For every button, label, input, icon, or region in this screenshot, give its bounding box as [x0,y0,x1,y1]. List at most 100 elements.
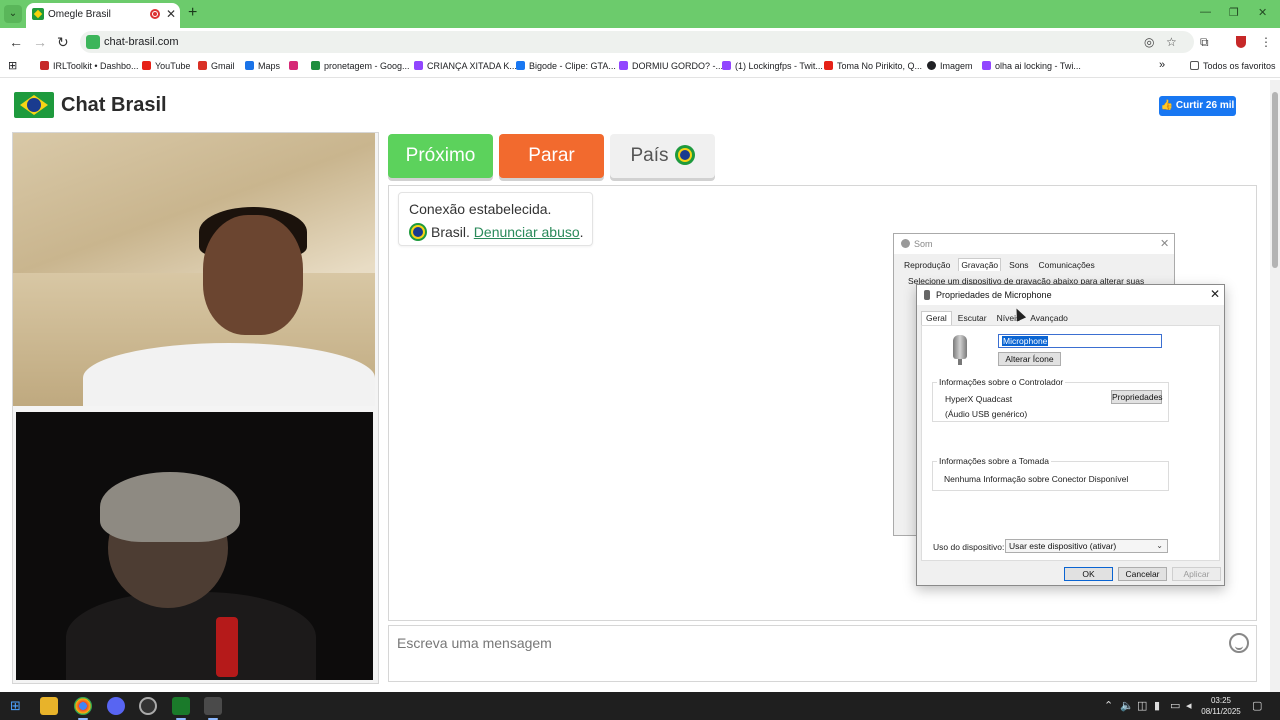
connection-status: Conexão estabelecida. [409,201,552,217]
bookmark-item[interactable]: DORMIU GORDO? -... [619,61,723,71]
more-bookmarks-icon[interactable]: » [1159,59,1165,71]
tab-playback[interactable]: Reprodução [902,259,952,271]
bookmark-item[interactable]: IRLToolkit • Dashbo... [40,61,139,71]
display-icon[interactable]: ▭ [1170,699,1180,712]
tab-sounds[interactable]: Sons [1007,259,1030,271]
tab-listen[interactable]: Escutar [954,312,991,326]
nvidia-icon[interactable] [172,697,190,720]
bookmark-item[interactable]: (1) Lockingfps - Twit... [722,61,823,71]
device-name-input[interactable]: Microphone [998,334,1162,348]
twitch-icon [414,61,423,70]
period: . [579,224,584,240]
minimize-button[interactable]: — [1200,6,1211,18]
apps-grid-icon[interactable]: ⊞ [8,59,17,72]
speaker-icon[interactable]: ◂ [1186,699,1192,712]
close-icon[interactable]: ✕ [1160,237,1169,250]
ok-button[interactable]: OK [1064,567,1113,581]
chrome-icon[interactable] [74,697,92,720]
brazil-flag-icon [409,223,427,241]
tab-communications[interactable]: Comunicações [1037,259,1097,271]
tab-search-dropdown[interactable]: ⌄ [4,5,22,23]
bookmark-item[interactable]: YouTube [142,61,190,71]
close-window-button[interactable]: ✕ [1258,6,1267,19]
device-usage-value: Usar este dispositivo (ativar) [1009,541,1117,551]
facebook-like-button[interactable]: 👍 Curtir 26 mil [1159,96,1236,116]
folder-icon [1190,61,1199,70]
clock[interactable]: 03:25 08/11/2025 [1196,695,1246,717]
menu-icon[interactable]: ⋮ [1260,35,1272,49]
bookmark-item[interactable]: Toma No Pirikito, Q... [824,61,922,71]
eye-off-icon[interactable]: ◎ [1144,35,1154,49]
controller-group-label: Informações sobre o Controlador [937,377,1066,387]
device-usage-select[interactable]: Usar este dispositivo (ativar) ⌄ [1005,539,1168,553]
github-icon [927,61,936,70]
maximize-button[interactable]: ❐ [1229,6,1239,19]
back-icon[interactable]: ← [9,34,23,50]
browser-tab[interactable]: Omegle Brasil ✕ [26,3,180,28]
tab-advanced[interactable]: Avançado [1026,312,1072,326]
new-tab-button[interactable]: + [188,4,197,22]
windows-start-icon[interactable]: ⊞ [10,698,21,714]
sound-settings-icon[interactable] [204,697,222,720]
report-abuse-link[interactable]: Denunciar abuso [474,224,580,240]
bookmark-label: DORMIU GORDO? -... [632,61,724,71]
recording-indicator-icon [150,9,160,19]
bookmark-item[interactable]: Gmail [198,61,235,71]
bookmark-item[interactable]: Bigode - Clipe: GTA... [516,61,616,71]
all-favorites-folder[interactable]: Todos os favoritos [1190,61,1276,71]
tab-recording[interactable]: Gravação [958,258,1002,271]
discord-icon[interactable] [107,697,125,715]
stranger-video [13,133,375,406]
obs-icon[interactable] [139,697,157,715]
change-icon-button[interactable]: Alterar Ícone [998,352,1061,366]
message-placeholder: Escreva uma mensagem [397,635,552,651]
bookmark-item[interactable]: CRIANÇA XITADA K... [414,61,517,71]
tab-general[interactable]: Geral [921,311,952,325]
tab-close-icon[interactable]: ✕ [166,7,176,21]
cancel-button[interactable]: Cancelar [1118,567,1167,581]
volume-icon[interactable]: 🔈 [1120,699,1134,712]
close-icon[interactable]: ✕ [1210,287,1220,301]
extensions-icon[interactable]: ⧉ [1200,35,1209,50]
bookmark-item[interactable]: pronetagem - Goog... [311,61,410,71]
bookmark-item[interactable]: Maps [245,61,280,71]
emoji-icon[interactable] [1229,633,1249,653]
bookmark-item[interactable]: Imagem [927,61,973,71]
country-button[interactable]: País [610,134,715,178]
address-bar[interactable]: chat-brasil.com [80,31,1194,53]
bookmark-item[interactable]: olha ai locking - Twi... [982,61,1081,71]
bookmarks-bar: ⊞ IRLToolkit • Dashbo... YouTube Gmail M… [0,56,1280,78]
scrollbar-thumb[interactable] [1272,92,1278,268]
site-title: Chat Brasil [61,94,167,116]
message-input[interactable]: Escreva uma mensagem [388,625,1257,682]
apply-button[interactable]: Aplicar [1172,567,1221,581]
mic-dialog-titlebar[interactable]: Propriedades de Microphone ✕ [917,285,1224,305]
reload-icon[interactable]: ↻ [57,34,69,51]
file-explorer-icon[interactable] [40,697,58,715]
browser-toolbar: ← → ↻ chat-brasil.com ◎ ☆ ⧉ ⋮ [0,28,1280,56]
stop-button[interactable]: Parar [499,134,604,178]
next-button[interactable]: Próximo [388,134,493,178]
sound-dialog-title: Som [914,239,933,249]
forward-icon[interactable]: → [33,34,47,50]
sound-dialog-titlebar[interactable]: Som ✕ [894,234,1174,254]
microphone-icon [953,335,967,365]
shield-extension-icon[interactable] [1236,36,1246,48]
site-info-icon[interactable] [86,35,100,49]
device-usage-label: Uso do dispositivo: [933,542,1005,552]
self-video [16,412,373,680]
country-status: Brasil. Denunciar abuso. [409,223,584,241]
bookmark-label: Toma No Pirikito, Q... [837,61,923,71]
properties-button[interactable]: Propriedades [1111,390,1163,404]
device-name-value: Microphone [1002,336,1049,346]
bookmark-star-icon[interactable]: ☆ [1166,35,1177,49]
notification-icon[interactable]: ▢ [1252,699,1262,712]
microphone-tray-icon[interactable]: ▮ [1154,699,1160,712]
chevron-up-icon[interactable]: ⌃ [1104,699,1113,712]
url-text[interactable]: chat-brasil.com [104,36,179,48]
jack-group-label: Informações sobre a Tomada [937,456,1051,466]
country-button-label: País [630,145,669,166]
instagram-bookmark[interactable] [289,61,311,71]
network-icon[interactable]: ◫ [1137,699,1147,712]
gmail-icon [198,61,207,70]
